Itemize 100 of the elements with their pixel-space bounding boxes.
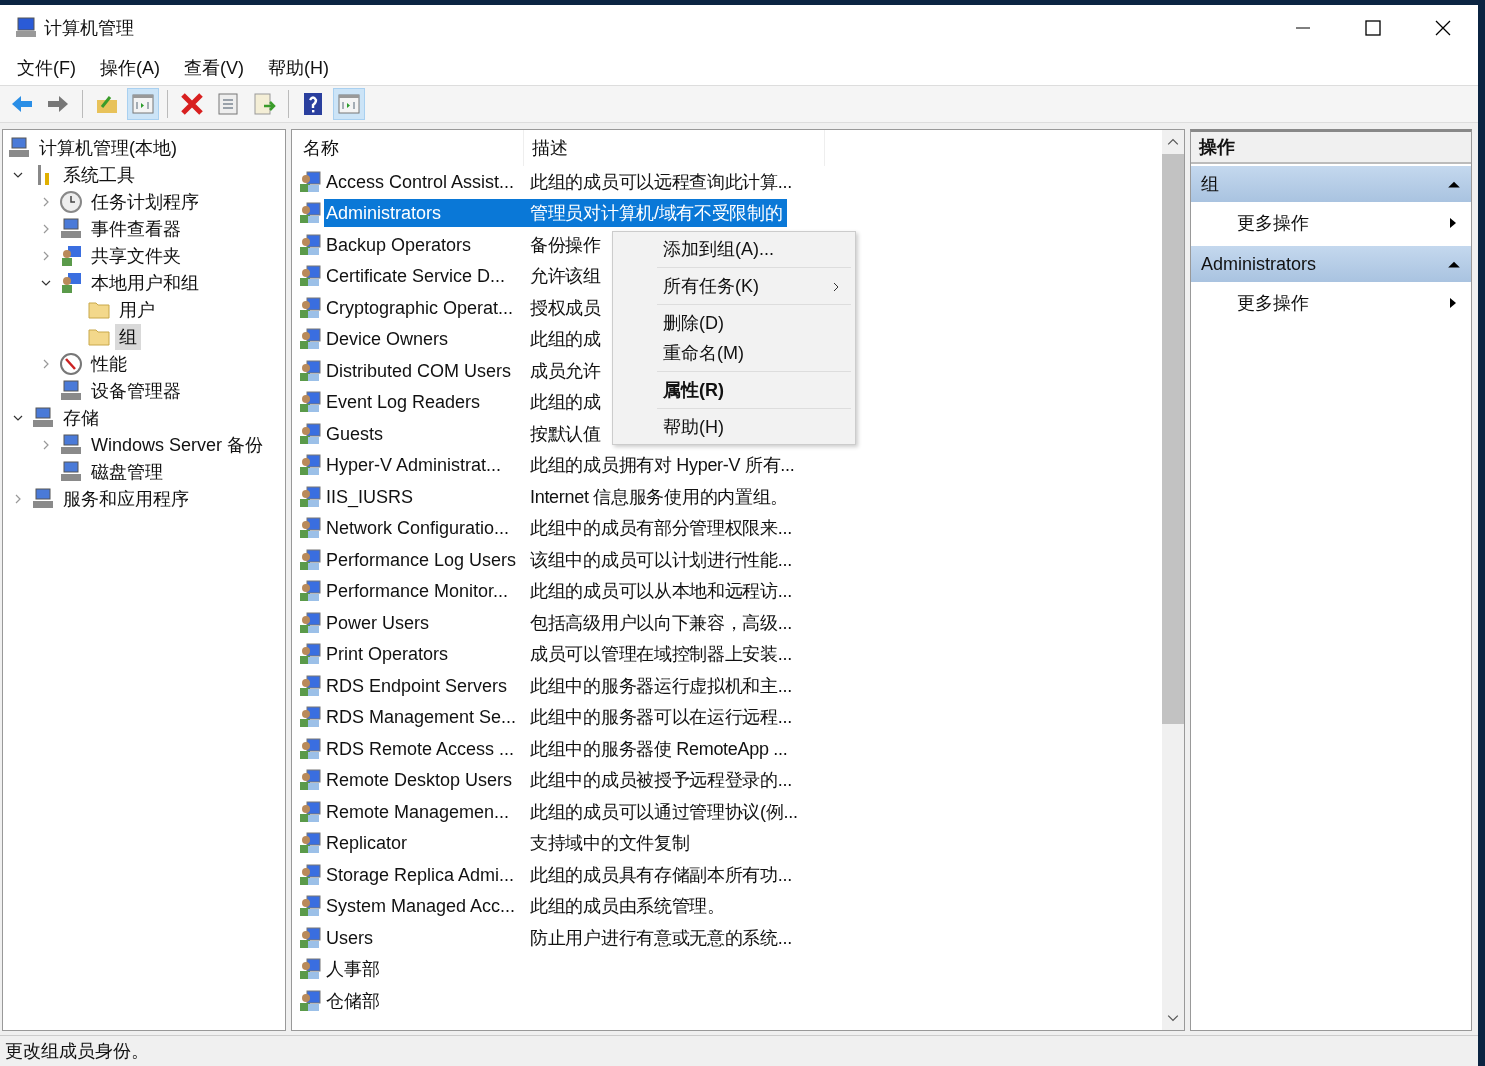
tree-item[interactable]: 磁盘管理 [87, 458, 167, 485]
scrollbar[interactable] [1162, 130, 1184, 1030]
menu-item[interactable]: 属性(R) [613, 375, 855, 405]
group-icon [298, 673, 322, 698]
group-description: 包括高级用户以向下兼容，高级... [529, 611, 793, 635]
group-name[interactable]: Remote Managemen... [324, 797, 520, 826]
computer-icon [59, 459, 83, 484]
tree-item[interactable]: 本地用户和组 [87, 269, 203, 296]
group-description: 此组中的服务器使 RemoteApp ... [529, 737, 789, 761]
tree-button[interactable] [127, 88, 159, 120]
tree-item[interactable]: 共享文件夹 [87, 242, 185, 269]
action-item[interactable]: 更多操作 [1191, 202, 1471, 244]
tree-item[interactable]: Windows Server 备份 [87, 431, 268, 458]
group-description: 该组中的成员可以计划进行性能... [529, 548, 793, 572]
tree-item[interactable]: 任务计划程序 [87, 188, 203, 215]
tree-item[interactable]: 事件查看器 [87, 215, 185, 242]
group-icon [298, 264, 322, 289]
group-icon [298, 862, 322, 887]
computer-icon [59, 432, 83, 457]
computer-icon [7, 135, 31, 160]
group-description: 此组中的服务器可以在运行远程... [529, 706, 793, 730]
group-description: 此组中的成员被授予远程登录的... [529, 769, 793, 793]
group-icon [298, 484, 322, 509]
group-icon [298, 768, 322, 793]
column-header[interactable]: 描述 [524, 130, 825, 166]
scroll-up-icon[interactable] [1167, 136, 1179, 148]
column-header[interactable]: 名称 [298, 130, 524, 166]
group-icon [298, 799, 322, 824]
group-name[interactable]: IIS_IUSRS [324, 482, 520, 511]
window-title: 计算机管理 [44, 16, 134, 40]
menu-item[interactable]: 所有任务(K) [613, 271, 855, 301]
computer-icon [59, 216, 83, 241]
group-name[interactable]: Access Control Assist... [324, 167, 520, 196]
section-title: Administrators [1201, 253, 1317, 275]
group-icon [298, 201, 322, 226]
maximize-icon[interactable] [1363, 17, 1383, 38]
group-name[interactable]: Users [324, 923, 520, 952]
tree-item[interactable]: 存储 [59, 404, 103, 431]
export-icon [252, 92, 276, 116]
group-name[interactable]: RDS Endpoint Servers [324, 671, 520, 700]
group-name[interactable]: Replicator [324, 829, 520, 858]
action-section-header[interactable]: 组 [1191, 166, 1471, 202]
menu-item[interactable]: 帮助(H) [268, 55, 329, 80]
group-name[interactable]: Hyper-V Administrat... [324, 451, 520, 480]
tree-item[interactable]: 设备管理器 [87, 377, 185, 404]
group-name[interactable]: Cryptographic Operat... [324, 293, 520, 322]
tree-item[interactable]: 性能 [87, 350, 131, 377]
group-description: 此组中的服务器运行虚拟机和主... [529, 674, 793, 698]
group-icon [298, 295, 322, 320]
group-name[interactable]: Certificate Service D... [324, 262, 520, 291]
group-icon [298, 421, 322, 446]
menu-item[interactable]: 添加到组(A)... [613, 234, 855, 264]
group-name[interactable]: Network Configuratio... [324, 514, 520, 543]
group-icon [298, 358, 322, 383]
group-name[interactable]: Storage Replica Admi... [324, 860, 520, 889]
group-icon [298, 988, 322, 1013]
group-description: 允许该组 [529, 265, 602, 289]
delete-icon [180, 92, 204, 116]
group-name[interactable]: Device Owners [324, 325, 520, 354]
group-name[interactable]: Administrators [324, 199, 520, 228]
tree-item[interactable]: 计算机管理(本地) [35, 134, 181, 161]
group-name[interactable]: RDS Management Se... [324, 703, 520, 732]
tree-item[interactable]: 组 [115, 323, 141, 350]
group-name[interactable]: Performance Log Users [324, 545, 520, 574]
menu-item[interactable]: 删除(D) [613, 308, 855, 338]
menu-item[interactable]: 重命名(M) [613, 338, 855, 368]
group-name[interactable]: Performance Monitor... [324, 577, 520, 606]
group-name[interactable]: 人事部 [324, 955, 520, 984]
menu-item[interactable]: 查看(V) [184, 55, 244, 80]
group-name[interactable]: Print Operators [324, 640, 520, 669]
group-name[interactable]: Power Users [324, 608, 520, 637]
computer-icon [14, 15, 38, 40]
group-name[interactable]: Backup Operators [324, 230, 520, 259]
group-description: Internet 信息服务使用的内置组。 [529, 485, 790, 509]
scroll-down-icon[interactable] [1167, 1012, 1179, 1024]
group-name[interactable]: RDS Remote Access ... [324, 734, 520, 763]
group-name[interactable]: Guests [324, 419, 520, 448]
group-name[interactable]: 仓储部 [324, 986, 520, 1015]
menu-item[interactable]: 文件(F) [17, 55, 76, 80]
tree-item[interactable]: 用户 [115, 296, 159, 323]
action-section-header[interactable]: Administrators [1191, 246, 1471, 282]
tree-item[interactable]: 系统工具 [59, 161, 139, 188]
group-description: 此组的成 [529, 328, 602, 352]
menu-item[interactable]: 操作(A) [100, 55, 160, 80]
group-name[interactable]: System Managed Acc... [324, 892, 520, 921]
group-name[interactable]: Distributed COM Users [324, 356, 520, 385]
group-description: 此组中的成员有部分管理权限来... [529, 517, 793, 541]
group-icon [298, 831, 322, 856]
computer-icon [31, 405, 55, 430]
group-description: 成员可以管理在域控制器上安装... [529, 643, 793, 667]
group-name[interactable]: Event Log Readers [324, 388, 520, 417]
group-name[interactable]: Remote Desktop Users [324, 766, 520, 795]
group-description: 备份操作 [529, 233, 602, 257]
group-icon [298, 957, 322, 982]
group-icon [298, 327, 322, 352]
action-item[interactable]: 更多操作 [1191, 282, 1471, 324]
group-icon [298, 610, 322, 635]
scroll-thumb[interactable] [1162, 154, 1184, 724]
menu-item[interactable]: 帮助(H) [613, 412, 855, 442]
tree-item[interactable]: 服务和应用程序 [59, 485, 193, 512]
